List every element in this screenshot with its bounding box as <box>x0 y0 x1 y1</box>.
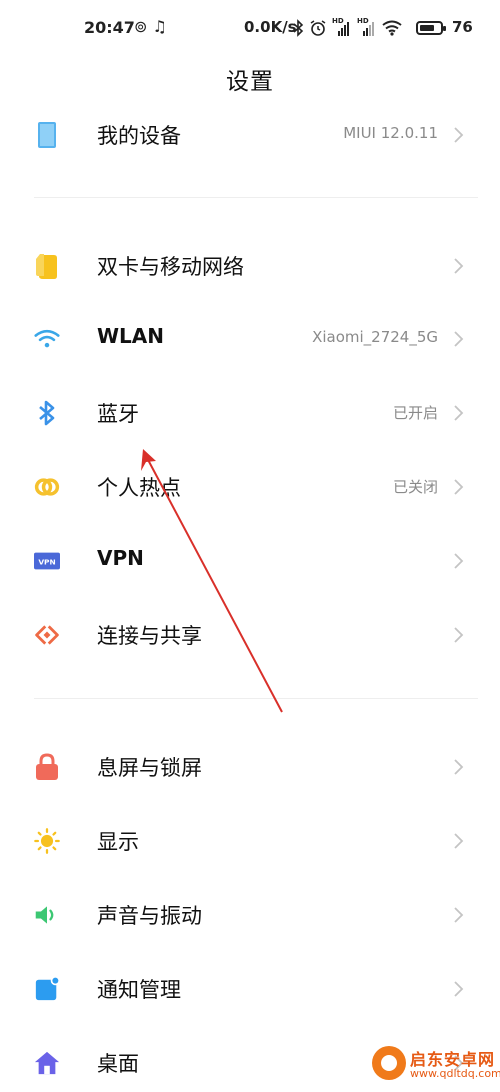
notification-icon <box>34 976 60 1002</box>
row-value: Xiaomi_2724_5G <box>312 328 438 346</box>
row-label: 息屏与锁屏 <box>97 756 202 780</box>
page-title: 设置 <box>226 69 274 95</box>
row-label: 连接与共享 <box>97 624 202 648</box>
chevron-right-icon <box>454 127 464 143</box>
row-label: WLAN <box>97 324 165 348</box>
watermark-logo-icon <box>372 1046 406 1080</box>
row-label: VPN <box>97 546 144 570</box>
vpn-icon: VPN <box>34 548 60 574</box>
lock-icon <box>34 753 60 780</box>
alarm-icon <box>310 20 326 36</box>
row-value: 已关闭 <box>392 478 438 496</box>
row-label: 通知管理 <box>97 978 181 1002</box>
speaker-icon <box>34 902 60 928</box>
network-speed: 0.0K/s <box>244 18 297 36</box>
settings-row-wlan[interactable]: WLAN Xiaomi_2724_5G <box>0 308 500 368</box>
status-app-icons: ⊚ ♫ <box>134 17 167 36</box>
chevron-right-icon <box>454 258 464 274</box>
share-icon <box>34 622 60 648</box>
chevron-right-icon <box>454 627 464 643</box>
row-label: 声音与振动 <box>97 904 202 928</box>
sun-icon <box>34 828 60 854</box>
wifi-icon <box>34 326 60 352</box>
chevron-right-icon <box>454 405 464 421</box>
row-label: 显示 <box>97 830 139 854</box>
signal-icon-sim1: HD <box>332 17 352 38</box>
row-label: 桌面 <box>97 1052 139 1076</box>
wifi-status-icon <box>382 20 402 36</box>
settings-row-dual-sim[interactable]: 双卡与移动网络 <box>0 235 500 295</box>
settings-row-sound[interactable]: 声音与振动 <box>0 884 500 944</box>
watermark-url: www.qdltdq.com <box>410 1067 500 1080</box>
settings-row-vpn[interactable]: VPN VPN <box>0 530 500 590</box>
chevron-right-icon <box>454 833 464 849</box>
chevron-right-icon <box>454 553 464 569</box>
sim-icon <box>34 253 60 279</box>
bluetooth-icon <box>34 400 60 426</box>
signal-icon-sim2: HD <box>357 17 377 38</box>
hotspot-icon <box>34 474 60 500</box>
battery-icon <box>416 21 446 35</box>
chevron-right-icon <box>454 759 464 775</box>
section-divider <box>34 698 478 699</box>
home-icon <box>34 1050 60 1076</box>
settings-row-hotspot[interactable]: 个人热点 已关闭 <box>0 456 500 516</box>
settings-row-connection-share[interactable]: 连接与共享 <box>0 604 500 664</box>
settings-row-notifications[interactable]: 通知管理 <box>0 958 500 1018</box>
status-right-icons: HD HD <box>292 15 402 41</box>
vpn-badge-text: VPN <box>38 558 55 567</box>
chevron-right-icon <box>454 479 464 495</box>
status-time: 20:47 <box>84 18 135 37</box>
row-label: 蓝牙 <box>97 402 139 426</box>
row-value: MIUI 12.0.11 <box>343 124 438 142</box>
settings-row-my-device[interactable]: 我的设备 MIUI 12.0.11 <box>0 104 500 164</box>
bluetooth-status-icon <box>293 19 304 37</box>
chevron-right-icon <box>454 981 464 997</box>
row-label: 个人热点 <box>97 476 181 500</box>
row-label: 双卡与移动网络 <box>97 255 244 279</box>
settings-row-bluetooth[interactable]: 蓝牙 已开启 <box>0 382 500 442</box>
tablet-icon <box>34 122 60 148</box>
row-label: 我的设备 <box>97 124 181 148</box>
settings-row-display[interactable]: 显示 <box>0 810 500 870</box>
status-bar: 20:47 ⊚ ♫ 0.0K/s HD HD 76 <box>0 0 500 58</box>
watermark: 启东安卓网 www.qdltdq.com <box>370 1042 500 1084</box>
chevron-right-icon <box>454 331 464 347</box>
battery-percent: 76 <box>452 18 473 36</box>
settings-row-lock-screen[interactable]: 息屏与锁屏 <box>0 736 500 796</box>
chevron-right-icon <box>454 907 464 923</box>
section-divider <box>34 197 478 198</box>
row-value: 已开启 <box>392 404 438 422</box>
